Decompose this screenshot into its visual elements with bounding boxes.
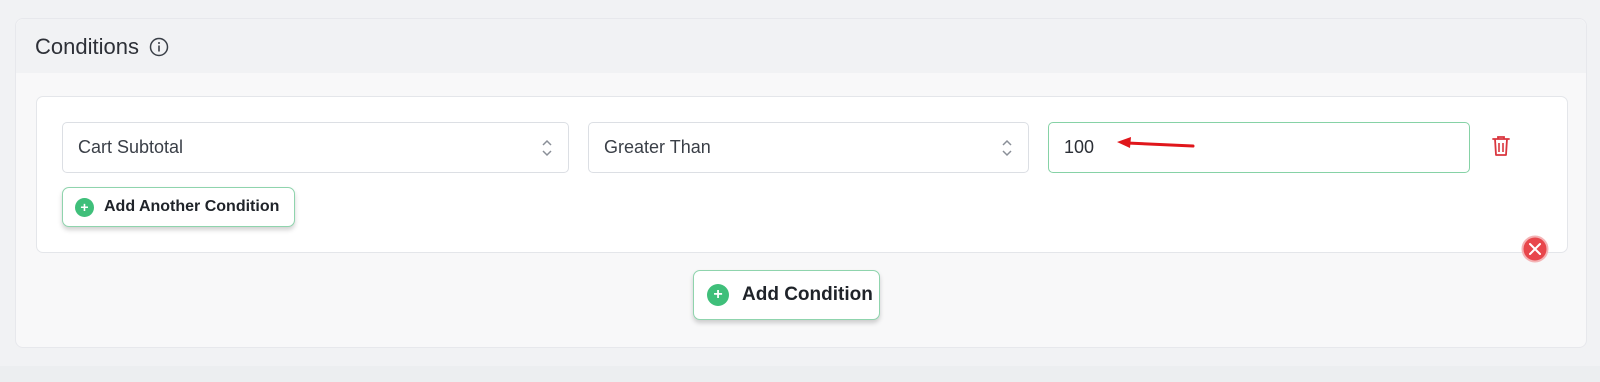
plus-circle-icon: + <box>707 284 729 306</box>
panel-header: Conditions <box>16 19 1586 73</box>
condition-field-select[interactable]: Cart Subtotal <box>62 122 569 173</box>
info-icon[interactable] <box>149 37 169 57</box>
condition-field-value: Cart Subtotal <box>78 137 184 157</box>
condition-operator-value: Greater Than <box>604 137 711 157</box>
chevron-updown-icon <box>542 139 552 157</box>
add-condition-label: Add Condition <box>742 284 873 305</box>
plus-circle-icon: + <box>75 197 94 217</box>
trash-icon[interactable] <box>1490 134 1512 158</box>
panel-title-text: Conditions <box>35 34 139 59</box>
page-footer-strip <box>0 366 1600 382</box>
red-arrow-icon <box>1117 137 1195 148</box>
condition-operator-select[interactable]: Greater Than <box>588 122 1029 173</box>
add-condition-button[interactable]: + Add Condition <box>693 270 880 320</box>
add-another-condition-label: Add Another Condition <box>104 198 280 215</box>
condition-value-field[interactable] <box>1048 122 1470 173</box>
condition-group: Cart Subtotal Greater Than 100 + Add Ano… <box>36 96 1568 253</box>
conditions-panel: Conditions Cart Subtotal Greater Than 10… <box>15 18 1587 348</box>
add-another-condition-button[interactable]: + Add Another Condition <box>62 187 295 227</box>
close-circle-icon[interactable] <box>1521 235 1549 263</box>
chevron-updown-icon <box>1002 139 1012 157</box>
panel-title: Conditions <box>35 34 169 60</box>
